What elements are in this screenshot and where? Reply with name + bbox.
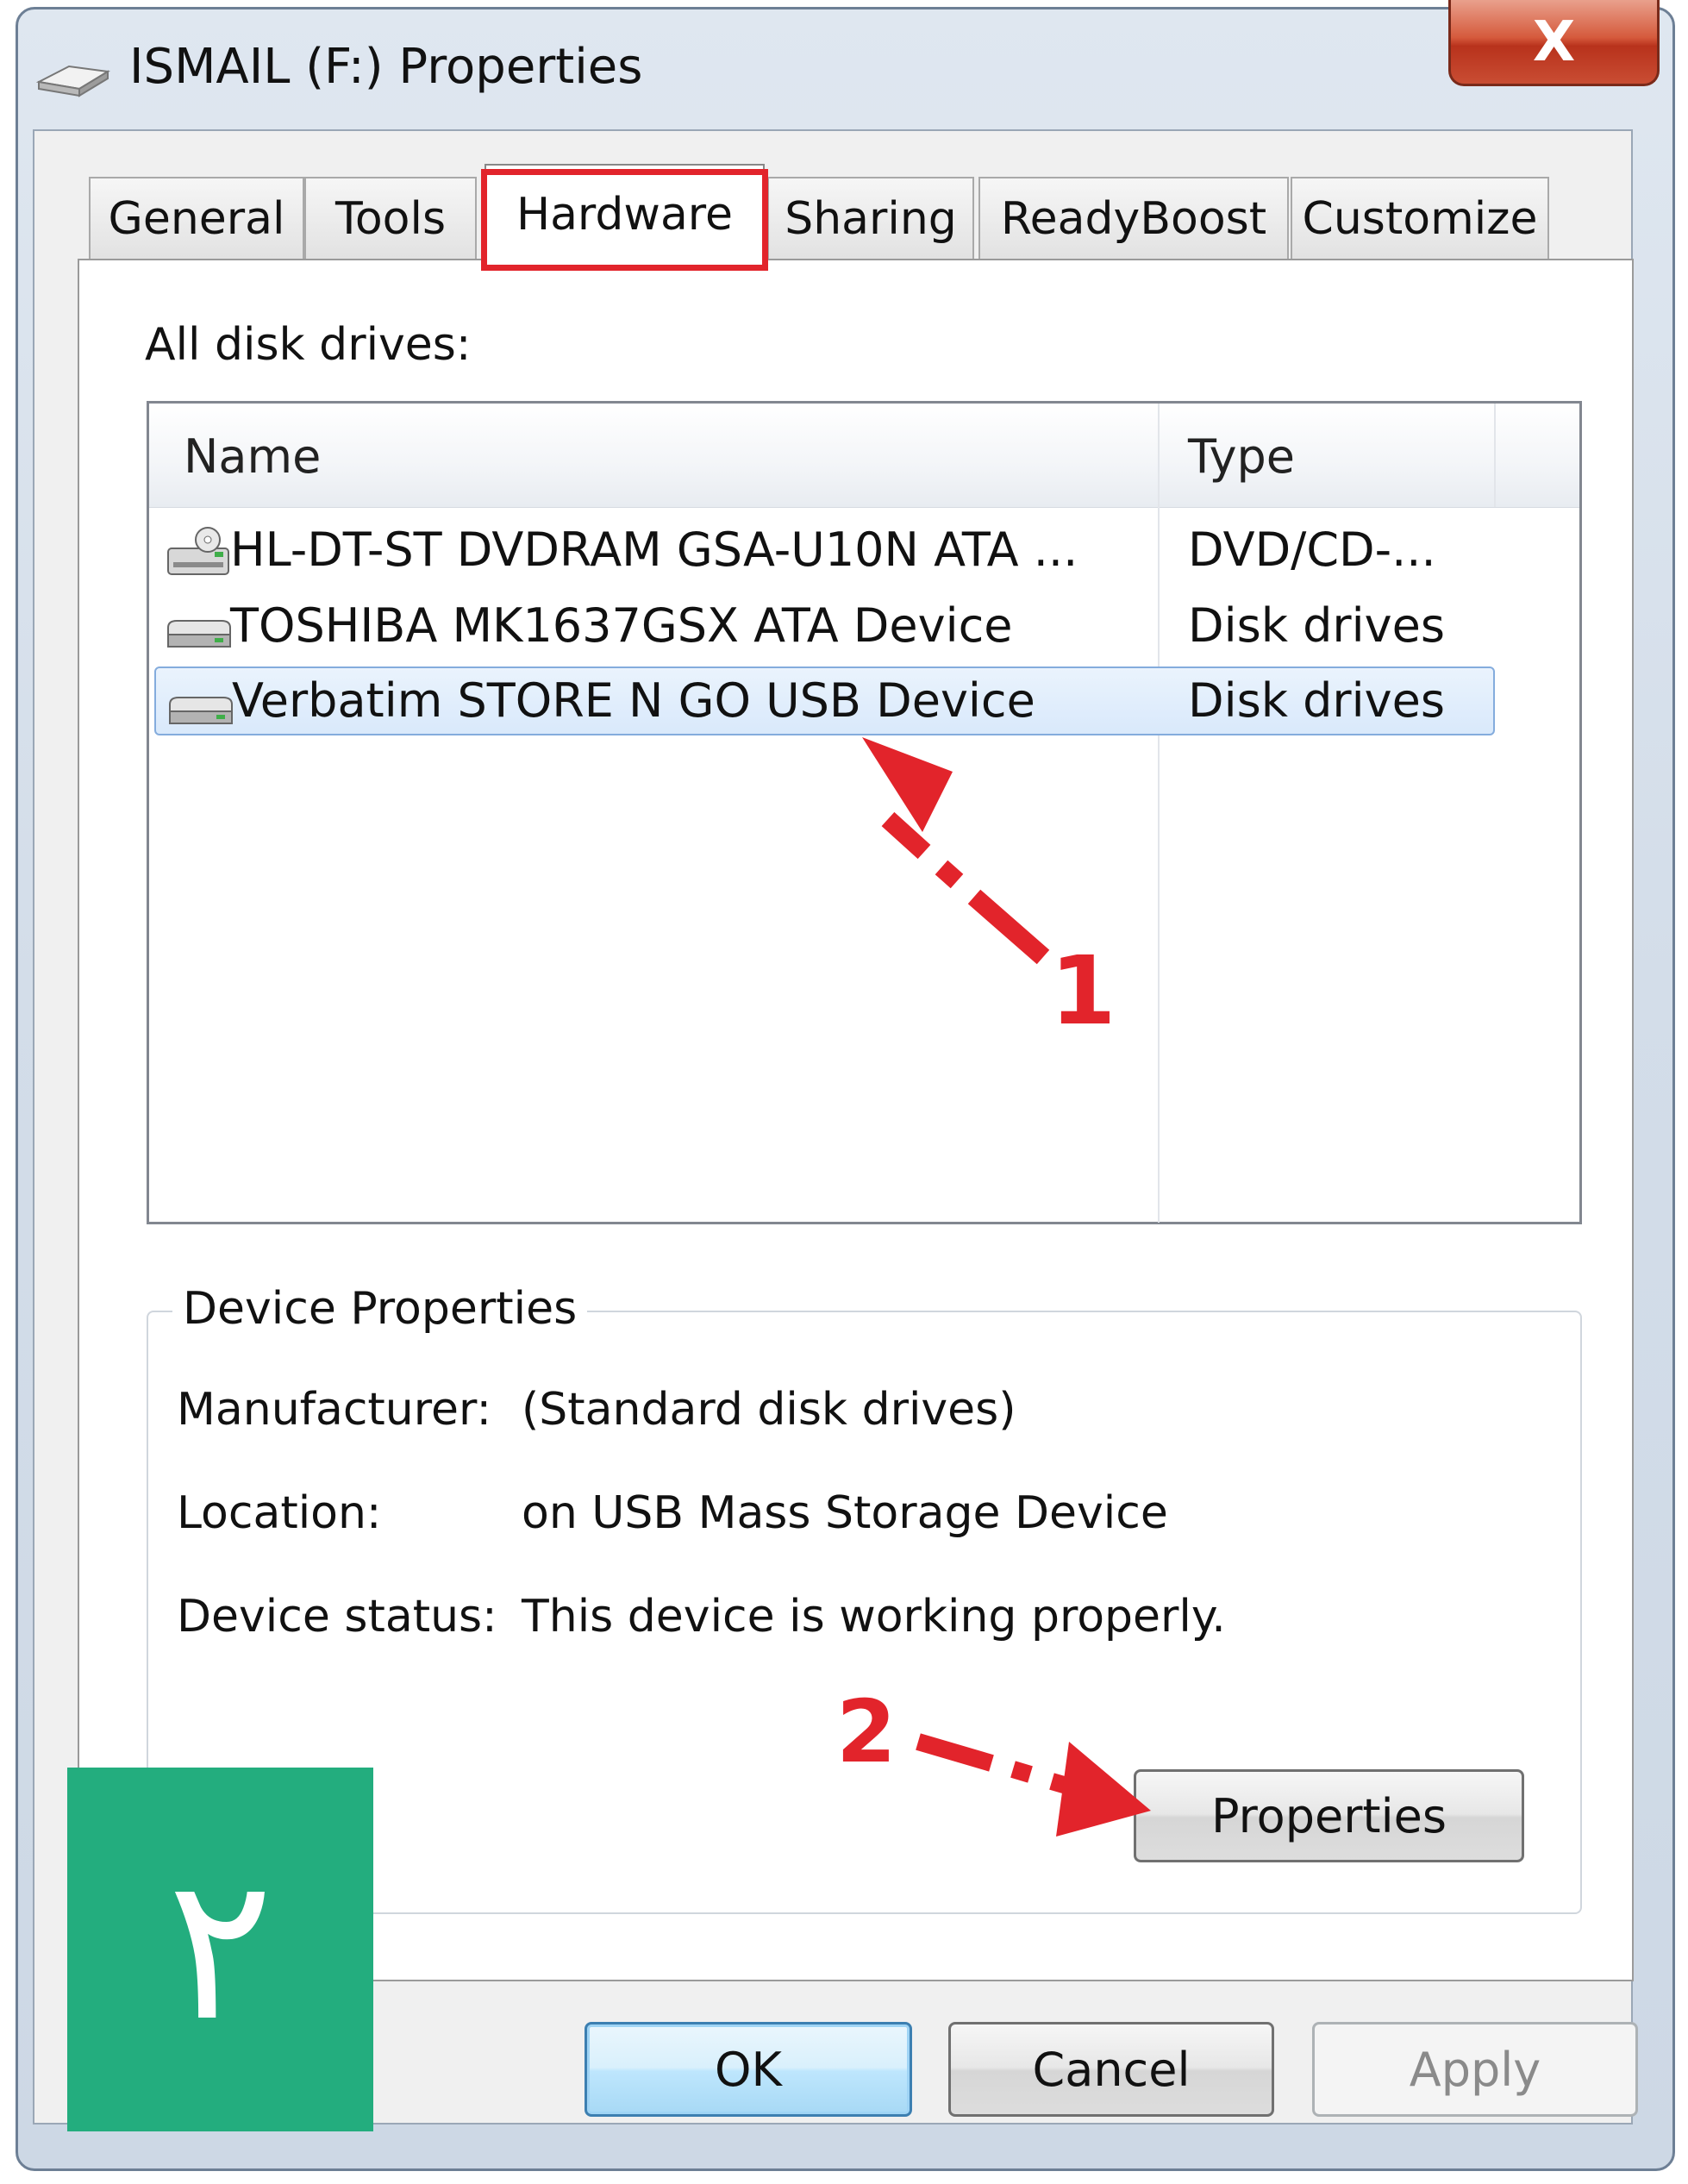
drive-name: TOSHIBA MK1637GSX ATA Device — [230, 598, 1013, 653]
manufacturer-value: (Standard disk drives) — [522, 1384, 1016, 1436]
device-status-value: This device is working properly. — [522, 1591, 1226, 1643]
column-separator — [1158, 404, 1160, 507]
ok-button[interactable]: OK — [585, 2022, 912, 2117]
list-item[interactable]: HL-DT-ST DVDRAM GSA-U10N ATA ... DVD/CD-… — [154, 516, 1495, 585]
tab-tools[interactable]: Tools — [304, 177, 477, 259]
close-button[interactable]: X — [1448, 0, 1660, 86]
step-1-label: 1 — [1050, 936, 1116, 1046]
window-title: ISMAIL (F:) Properties — [129, 39, 643, 95]
disk-drive-icon — [167, 620, 231, 648]
tab-general[interactable]: General — [89, 177, 304, 259]
cancel-button[interactable]: Cancel — [948, 2022, 1274, 2117]
tab-label: Sharing — [785, 192, 957, 245]
step-2-label: 2 — [836, 1681, 897, 1782]
tab-label: Customize — [1302, 192, 1538, 245]
column-header-name[interactable]: Name — [184, 429, 321, 484]
list-item-selected[interactable]: Verbatim STORE N GO USB Device Disk driv… — [154, 666, 1495, 735]
tab-label: Tools — [334, 192, 447, 245]
properties-button[interactable]: Properties — [1134, 1769, 1524, 1862]
ok-button-label: OK — [715, 2042, 782, 2097]
disk-drives-list[interactable]: Name Type HL-DT-ST DVDRAM GSA-U10N ATA .… — [147, 401, 1582, 1224]
tab-label: General — [108, 192, 285, 245]
step-badge-number: ٢ — [166, 1834, 274, 2065]
tab-highlight-box — [481, 169, 768, 271]
location-label: Location: — [177, 1487, 382, 1539]
apply-button[interactable]: Apply — [1312, 2022, 1638, 2117]
disk-drives-label: All disk drives: — [145, 319, 472, 371]
column-separator — [1494, 404, 1496, 507]
tab-sharing[interactable]: Sharing — [767, 177, 974, 259]
cancel-button-label: Cancel — [1032, 2042, 1191, 2097]
list-item[interactable]: TOSHIBA MK1637GSX ATA Device Disk drives — [154, 591, 1495, 660]
location-value: on USB Mass Storage Device — [522, 1487, 1168, 1539]
step-badge: ٢ — [67, 1768, 373, 2131]
device-status-label: Device status: — [177, 1591, 497, 1643]
disk-drive-icon — [169, 697, 233, 724]
tab-readyboost[interactable]: ReadyBoost — [978, 177, 1289, 259]
tab-label: ReadyBoost — [1000, 192, 1267, 245]
column-header-type[interactable]: Type — [1188, 429, 1295, 484]
drive-type: DVD/CD-... — [1188, 523, 1436, 577]
drive-icon — [35, 65, 110, 97]
drive-type: Disk drives — [1188, 673, 1445, 728]
properties-button-label: Properties — [1211, 1788, 1447, 1843]
close-icon: X — [1532, 9, 1576, 74]
drive-name: Verbatim STORE N GO USB Device — [232, 673, 1035, 728]
apply-button-label: Apply — [1409, 2042, 1541, 2097]
dvd-drive-icon — [167, 527, 229, 575]
list-header: Name Type — [149, 404, 1579, 508]
manufacturer-label: Manufacturer: — [177, 1384, 491, 1436]
tab-customize[interactable]: Customize — [1291, 177, 1549, 259]
device-properties-title: Device Properties — [172, 1283, 588, 1335]
drive-type: Disk drives — [1188, 598, 1445, 653]
drive-name: HL-DT-ST DVDRAM GSA-U10N ATA ... — [230, 523, 1078, 577]
